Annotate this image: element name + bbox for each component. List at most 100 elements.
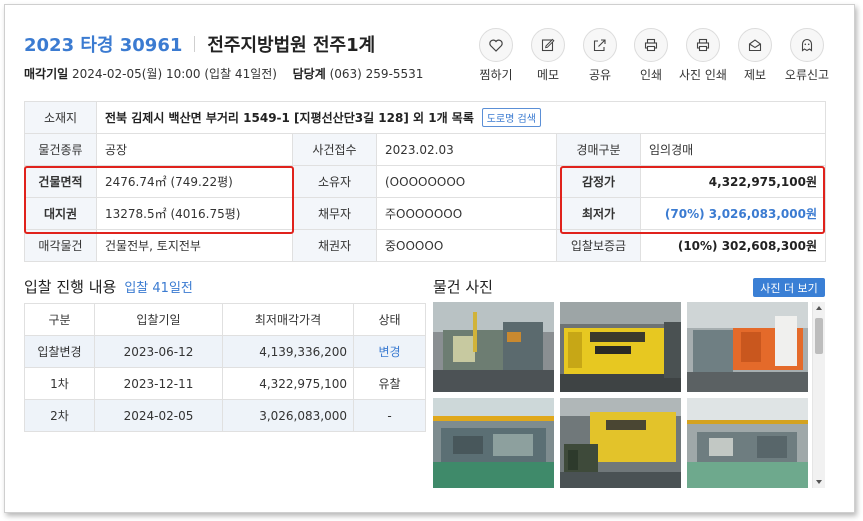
print-icon xyxy=(634,28,668,62)
dept-phone: (063) 259-5531 xyxy=(329,67,424,81)
bid-history-table: 구분 입찰기일 최저매각가격 상태 입찰변경 2023-06-12 4,139,… xyxy=(24,303,426,432)
table-cell: 4,139,336,200 xyxy=(222,335,354,368)
photo-thumbnail[interactable] xyxy=(687,302,808,392)
title-divider xyxy=(194,36,196,52)
table-cell: 1차 xyxy=(24,367,95,400)
info-row: 물건종류 공장 사건접수 2023.02.03 경매구분 임의경매 xyxy=(24,133,827,166)
deposit-value: (10%) 302,608,300원 xyxy=(639,229,827,262)
column-header: 상태 xyxy=(353,303,426,336)
bid-section-heading: 입찰 진행 내용 xyxy=(24,278,117,296)
land-value: 13278.5㎡ (4016.75평) xyxy=(96,197,293,230)
photos-section-title: 물건 사진 xyxy=(433,278,493,296)
print-button[interactable]: 인쇄 xyxy=(625,28,677,83)
owner-value: (OOOOOOOO xyxy=(376,165,557,198)
info-row: 대지권 13278.5㎡ (4016.75평) 채무자 주OOOOOOO 최저가… xyxy=(24,197,827,230)
share-button[interactable]: 공유 xyxy=(574,28,626,83)
property-info-table: 소재지 전북 김제시 백산면 부거리 1549-1 [지평선산단3길 128] … xyxy=(24,101,827,262)
court-name: 전주지방법원 전주1계 xyxy=(207,35,376,56)
print-label: 인쇄 xyxy=(639,68,663,82)
creditor-value: 중OOOOO xyxy=(376,229,557,262)
photo-thumbnail[interactable] xyxy=(687,398,808,488)
table-row: 2차 2024-02-05 3,026,083,000 - xyxy=(24,399,426,432)
share-icon xyxy=(583,28,617,62)
received-label: 사건접수 xyxy=(292,133,377,166)
table-cell: 4,322,975,100 xyxy=(222,367,354,400)
memo-icon xyxy=(531,28,565,62)
scroll-up-icon[interactable] xyxy=(816,306,822,310)
location-label: 소재지 xyxy=(24,101,97,134)
report-label: 제보 xyxy=(743,68,767,82)
type-value: 공장 xyxy=(96,133,293,166)
table-header-row: 구분 입찰기일 최저매각가격 상태 xyxy=(24,303,426,336)
location-row: 소재지 전북 김제시 백산면 부거리 1549-1 [지평선산단3길 128] … xyxy=(24,101,827,134)
mail-icon xyxy=(738,28,772,62)
building-area-label: 건물면적 xyxy=(24,165,97,198)
case-number: 2023 타경 30961 xyxy=(24,35,183,56)
auction-meta: 매각기일 2024-02-05(월) 10:00 (입찰 41일전) 담당계 (… xyxy=(24,65,423,82)
case-title: 2023 타경 30961 전주지방법원 전주1계 xyxy=(24,31,375,57)
min-price-value: (70%) 3,026,083,000원 xyxy=(639,197,827,230)
memo-label: 메모 xyxy=(536,68,560,82)
table-row: 1차 2023-12-11 4,322,975,100 유찰 xyxy=(24,367,426,400)
scroll-down-icon[interactable] xyxy=(816,480,822,484)
min-price-label: 최저가 xyxy=(556,197,641,230)
print-photo-label: 사진 인쇄 xyxy=(679,68,727,82)
table-row: 입찰변경 2023-06-12 4,139,336,200 변경 xyxy=(24,335,426,368)
table-cell: 3,026,083,000 xyxy=(222,399,354,432)
column-header: 입찰기일 xyxy=(94,303,223,336)
building-area-value: 2476.74㎡ (749.22평) xyxy=(96,165,293,198)
gallery-scrollbar[interactable] xyxy=(812,302,825,488)
photo-gallery xyxy=(433,302,825,488)
column-header: 구분 xyxy=(24,303,95,336)
owner-label: 소유자 xyxy=(292,165,377,198)
sale-item-label: 매각물건 xyxy=(24,229,97,262)
table-cell: 2023-06-12 xyxy=(94,335,223,368)
land-label: 대지권 xyxy=(24,197,97,230)
memo-button[interactable]: 메모 xyxy=(522,28,574,83)
category-value: 임의경매 xyxy=(639,133,827,166)
table-cell: 2차 xyxy=(24,399,95,432)
dept-label: 담당계 xyxy=(292,67,326,81)
ghost-icon xyxy=(790,28,824,62)
favorite-button[interactable]: 찜하기 xyxy=(470,28,522,83)
category-label: 경매구분 xyxy=(556,133,641,166)
table-cell: 2024-02-05 xyxy=(94,399,223,432)
received-value: 2023.02.03 xyxy=(376,133,557,166)
table-cell: - xyxy=(353,399,426,432)
favorite-label: 찜하기 xyxy=(479,68,513,82)
auction-date-label: 매각기일 xyxy=(24,67,69,81)
location-value: 전북 김제시 백산면 부거리 1549-1 [지평선산단3길 128] 외 1개… xyxy=(105,111,474,125)
status-link[interactable]: 변경 xyxy=(353,335,426,368)
type-label: 물건종류 xyxy=(24,133,97,166)
table-cell: 유찰 xyxy=(353,367,426,400)
bid-section-title: 입찰 진행 내용 입찰 41일전 xyxy=(24,276,193,297)
bid-section-subtitle: 입찰 41일전 xyxy=(124,281,193,296)
photo-thumbnail[interactable] xyxy=(560,398,681,488)
error-report-label: 오류신고 xyxy=(784,68,830,82)
report-button[interactable]: 제보 xyxy=(729,28,781,83)
error-report-button[interactable]: 오류신고 xyxy=(781,28,833,83)
debtor-value: 주OOOOOOO xyxy=(376,197,557,230)
column-header: 최저매각가격 xyxy=(222,303,354,336)
heart-icon xyxy=(479,28,513,62)
scroll-thumb[interactable] xyxy=(815,318,823,354)
appraisal-value: 4,322,975,100원 xyxy=(639,165,827,198)
photo-thumbnail[interactable] xyxy=(433,302,554,392)
table-cell: 입찰변경 xyxy=(24,335,95,368)
photo-thumbnail[interactable] xyxy=(433,398,554,488)
print-photo-icon xyxy=(686,28,720,62)
road-search-button[interactable]: 도로명 검색 xyxy=(481,108,541,127)
sale-item-value: 건물전부, 토지전부 xyxy=(96,229,293,262)
action-bar: 찜하기 메모 공유 인쇄 사진 인쇄 제보 오류신고 xyxy=(474,28,838,82)
deposit-label: 입찰보증금 xyxy=(556,229,641,262)
print-photo-button[interactable]: 사진 인쇄 xyxy=(677,28,729,83)
more-photos-button[interactable]: 사진 더 보기 xyxy=(753,278,825,297)
creditor-label: 채권자 xyxy=(292,229,377,262)
info-row: 매각물건 건물전부, 토지전부 채권자 중OOOOO 입찰보증금 (10%) 3… xyxy=(24,229,827,262)
share-label: 공유 xyxy=(588,68,612,82)
table-cell: 2023-12-11 xyxy=(94,367,223,400)
info-row: 건물면적 2476.74㎡ (749.22평) 소유자 (OOOOOOOO 감정… xyxy=(24,165,827,198)
photo-thumbnail[interactable] xyxy=(560,302,681,392)
auction-date: 2024-02-05(월) 10:00 (입찰 41일전) xyxy=(72,67,277,81)
appraisal-label: 감정가 xyxy=(556,165,641,198)
